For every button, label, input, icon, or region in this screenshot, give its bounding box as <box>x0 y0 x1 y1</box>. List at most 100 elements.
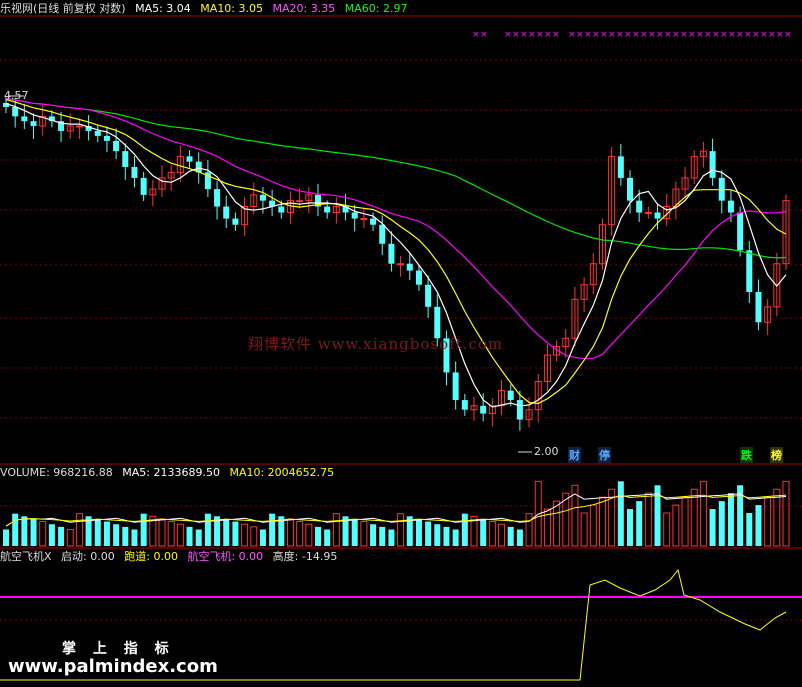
volume-ma5-label: MA5: 2133689.50 <box>122 466 220 479</box>
volume-bar-up <box>39 521 47 547</box>
signal-cross-marker: × <box>600 30 608 40</box>
candle-body-down <box>94 130 101 136</box>
candle-body-down <box>278 206 285 213</box>
candle-body-down <box>755 291 762 323</box>
volume-bar-up <box>644 492 652 547</box>
volume-bar-down <box>324 529 331 546</box>
brand-title: 掌 上 指 标 <box>62 641 175 657</box>
signal-cross-marker: × <box>768 30 776 40</box>
signal-cross-marker: × <box>504 30 512 40</box>
candle-body-down <box>21 116 28 122</box>
signal-cross-marker: × <box>784 30 792 40</box>
volume-bar-down <box>627 509 633 546</box>
volume-bar-down <box>727 493 734 546</box>
volume-bar-down <box>388 529 395 546</box>
volume-bar-up <box>397 513 405 547</box>
event-label-die: 跌 <box>740 447 753 463</box>
candle-body-down <box>214 189 221 207</box>
volume-bar-down <box>370 524 377 546</box>
candle-body-down <box>113 140 120 152</box>
candle-body-down <box>507 390 514 401</box>
ma20-line <box>5 97 787 360</box>
candle-body-down <box>516 400 523 420</box>
signal-cross-marker: × <box>672 30 680 40</box>
event-label-ting: 停 <box>598 447 611 463</box>
candle-body-down <box>425 284 432 307</box>
volume-bar-down <box>351 518 358 546</box>
volume-ma10-line <box>5 494 787 527</box>
signal-cross-marker: × <box>568 30 576 40</box>
volume-bar-down <box>415 518 422 546</box>
signal-cross-marker: × <box>760 30 768 40</box>
signal-cross-marker: × <box>704 30 712 40</box>
candle-body-down <box>259 194 266 201</box>
volume-bar-down <box>131 529 138 546</box>
signal-cross-marker: × <box>624 30 632 40</box>
candle-body-down <box>654 212 661 219</box>
volume-bar-down <box>94 518 101 546</box>
volume-bar-down <box>425 521 432 546</box>
volume-bar-up <box>498 523 506 547</box>
indicator-name: 航空飞机X <box>0 550 52 563</box>
indicator-runway-label: 跑道: 0.00 <box>124 550 178 563</box>
volume-bar-down <box>122 526 129 546</box>
candle-body-down <box>232 218 239 225</box>
volume-bar-down <box>516 529 523 546</box>
volume-panel-header: VOLUME: 968216.88 MA5: 2133689.50 MA10: … <box>0 466 340 480</box>
candle-body-down <box>415 270 422 285</box>
candle-body-down <box>379 224 386 244</box>
signal-cross-marker: × <box>592 30 600 40</box>
ma60-line <box>5 97 787 259</box>
volume-bar-up <box>360 521 368 547</box>
volume-bar-up <box>176 523 184 547</box>
event-label-cai: 财 <box>568 447 581 463</box>
signal-cross-marker: × <box>520 30 528 40</box>
candle-body-up <box>360 218 368 221</box>
volume-bar-down <box>204 513 211 546</box>
volume-bar-down <box>452 529 459 546</box>
candle-body-down <box>406 263 413 271</box>
candle-body-down <box>737 212 744 251</box>
stock-chart-window: { "main_panel": { "title": "乐视网(日线 前复权 对… <box>0 0 802 687</box>
signal-cross-marker: × <box>608 30 616 40</box>
volume-bar-up <box>250 526 258 547</box>
volume-bar-up <box>158 518 166 547</box>
watermark: 翔博软件 www.xiangbosoft.com <box>248 335 504 353</box>
volume-bar-down <box>434 524 441 546</box>
candle-body-down <box>370 218 377 225</box>
volume-bar-up <box>598 496 606 547</box>
signal-cross-marker: × <box>752 30 760 40</box>
signal-cross-marker: × <box>688 30 696 40</box>
volume-bar-down <box>195 529 202 546</box>
volume-ma10-label: MA10: 2004652.75 <box>229 466 335 479</box>
signal-cross-marker: × <box>480 30 488 40</box>
volume-bar-up <box>332 513 340 547</box>
signal-cross-marker: × <box>712 30 720 40</box>
low-price-marker: 2.00 <box>534 445 559 458</box>
ma10-line <box>5 98 787 405</box>
volume-bar-up <box>66 529 74 547</box>
candle-body-up <box>644 211 652 214</box>
signal-cross-marker: × <box>552 30 560 40</box>
candle-body-down <box>461 400 468 410</box>
volume-bar-up <box>553 500 561 547</box>
volume-bar-up <box>75 513 83 547</box>
candle-body-down <box>30 121 37 127</box>
volume-bar-up <box>305 523 313 547</box>
signal-cross-marker: × <box>528 30 536 40</box>
ma10-label: MA10: 3.05 <box>200 2 264 15</box>
signal-cross-marker: × <box>576 30 584 40</box>
volume-bar-up <box>782 480 790 547</box>
signal-cross-marker: × <box>512 30 520 40</box>
volume-bar-up <box>681 496 689 547</box>
volume-bar-up <box>296 521 304 547</box>
volume-bar-down <box>58 526 65 546</box>
volume-bar-down <box>232 521 239 546</box>
volume-bar-down <box>755 505 762 546</box>
volume-bar-down <box>636 501 643 546</box>
candle-body-down <box>617 156 624 178</box>
candle-body-down <box>140 177 147 195</box>
candle-body-up <box>296 200 304 203</box>
signal-cross-marker: × <box>696 30 704 40</box>
volume-bar-up <box>488 521 496 547</box>
